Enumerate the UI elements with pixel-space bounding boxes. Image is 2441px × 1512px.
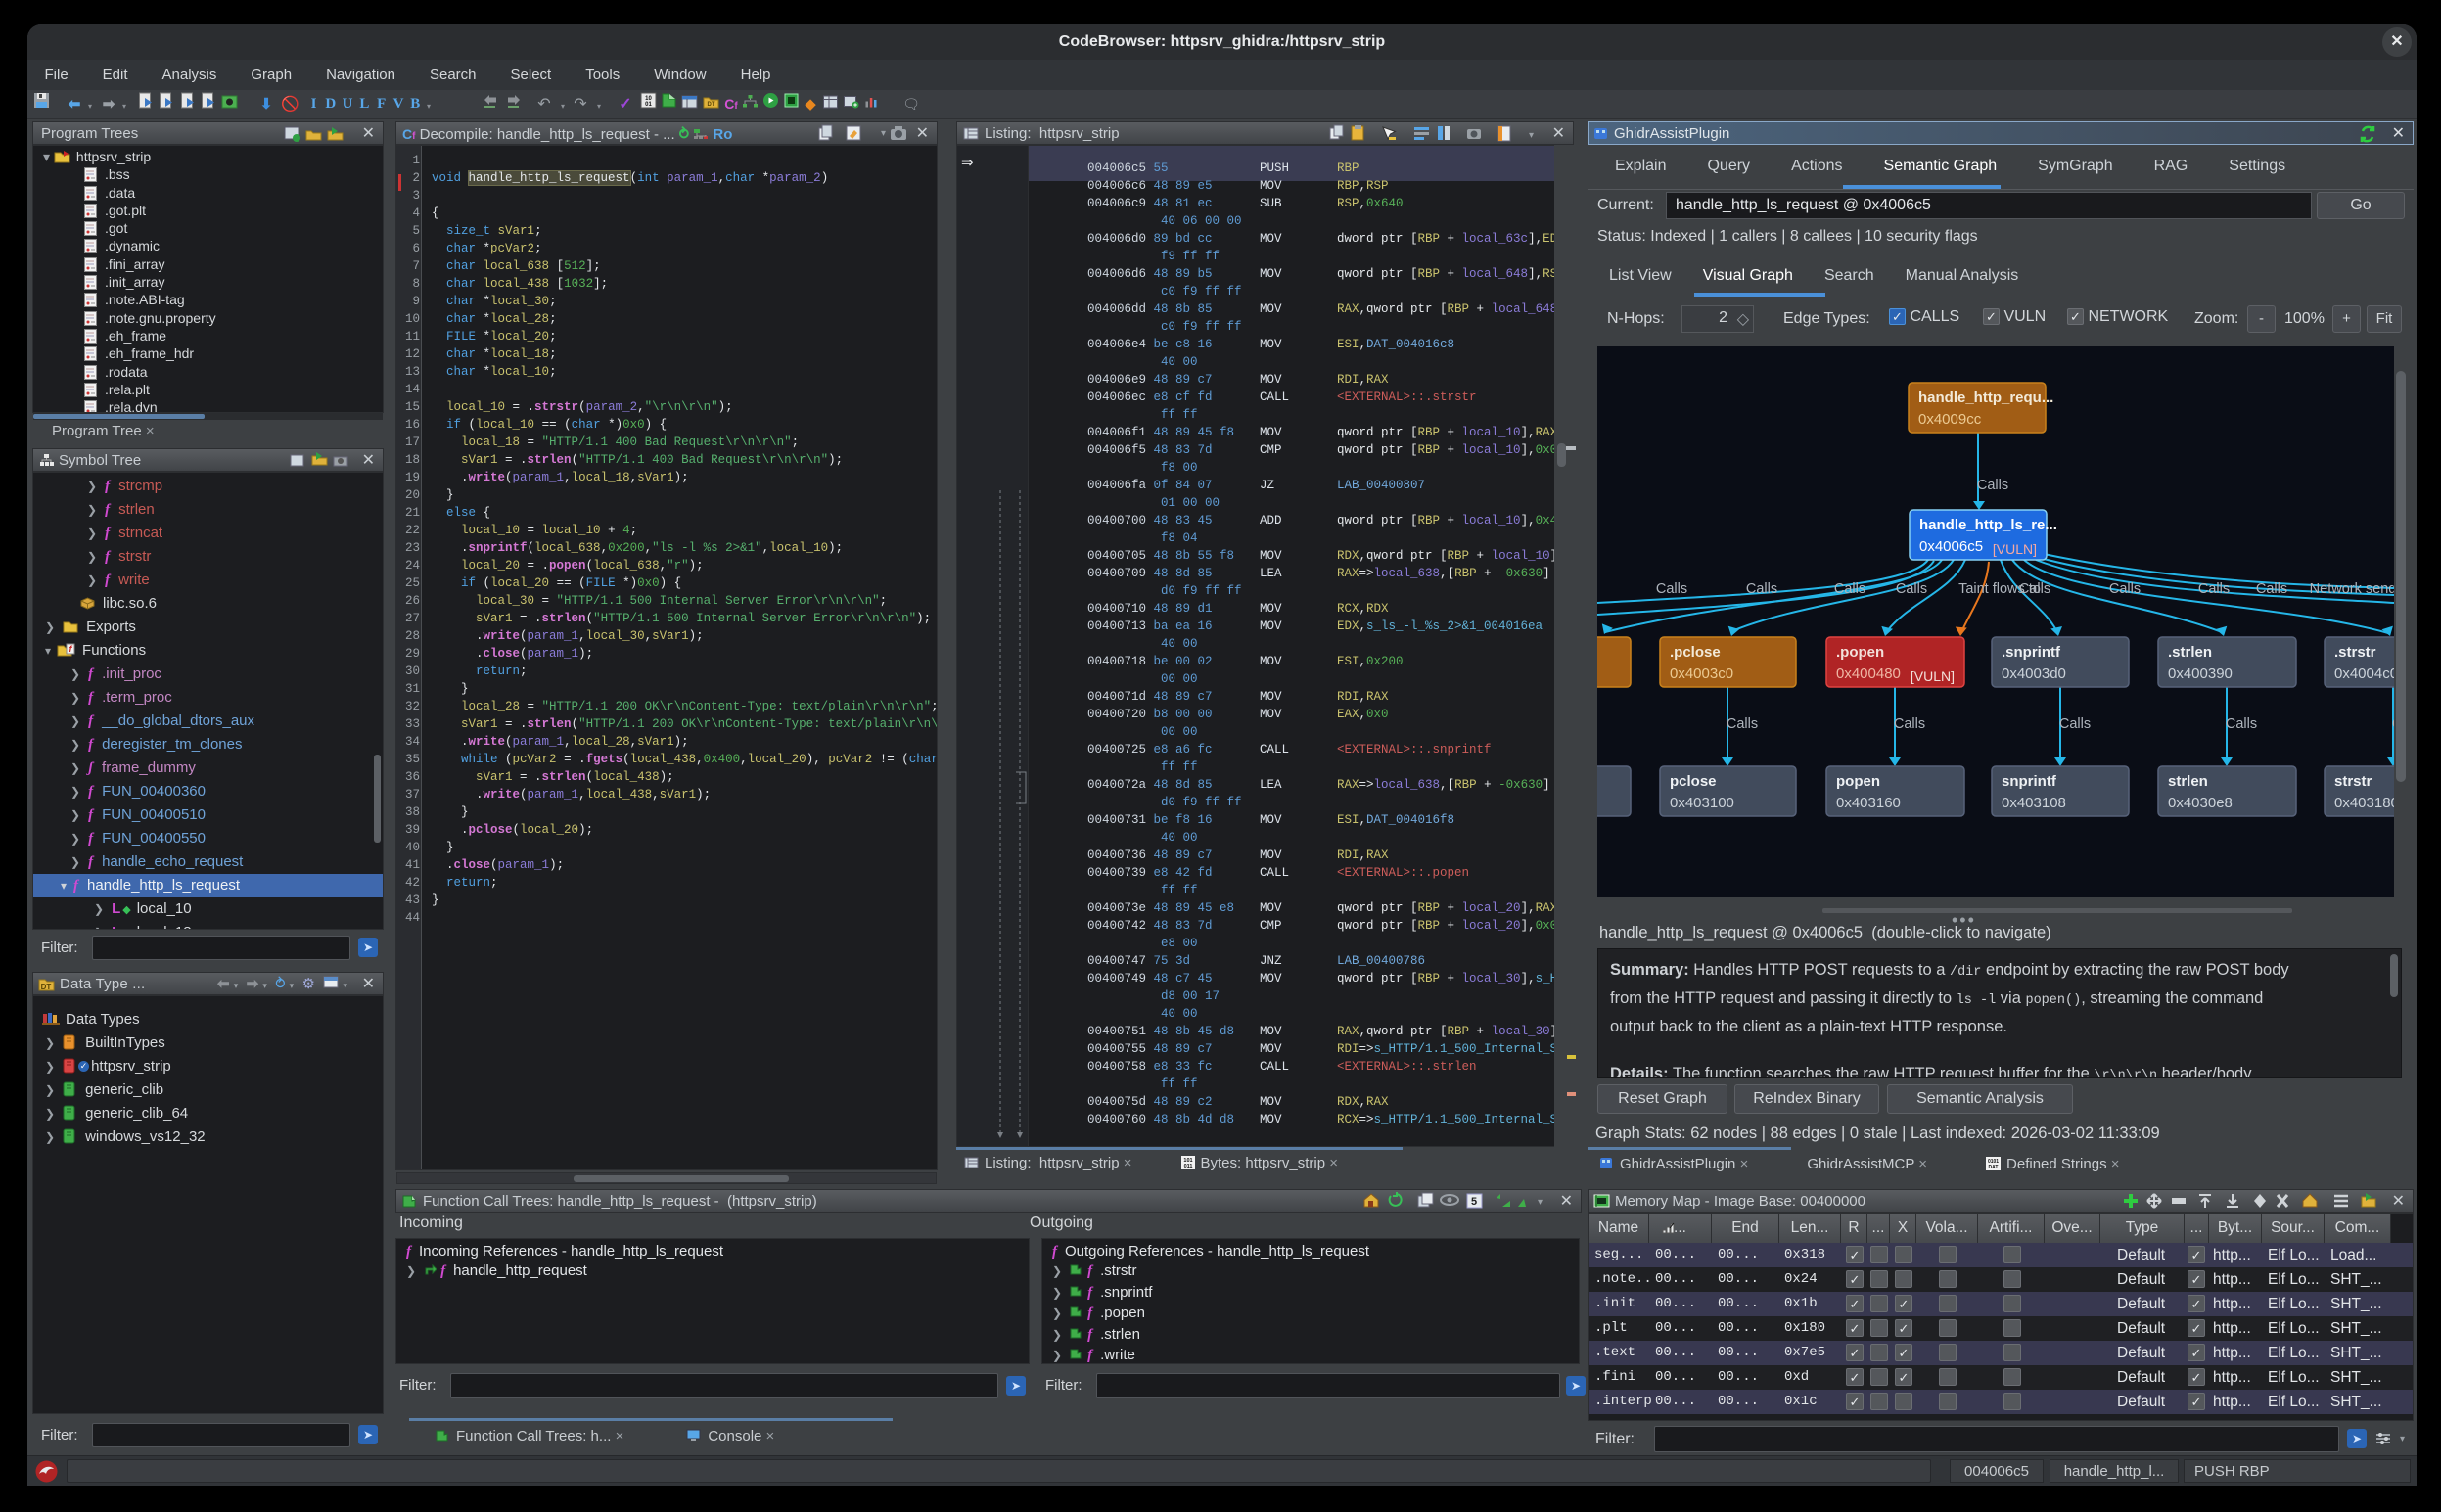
svg-text:Calls: Calls: [2226, 716, 2257, 732]
svg-text:5: 5: [1471, 1196, 1477, 1208]
svg-text:Calls: Calls: [1977, 478, 2008, 493]
svg-text:0x403100: 0x403100: [1670, 795, 1734, 811]
svg-text:snprintf: snprintf: [2002, 773, 2057, 790]
svg-text:handle_http_requ...: handle_http_requ...: [1918, 389, 2053, 406]
svg-text:Calls: Calls: [2019, 581, 2050, 597]
svg-text:Calls: Calls: [1656, 581, 1687, 597]
svg-text:[VULN]: [VULN]: [1993, 541, 2037, 557]
svg-text:0x400480: 0x400480: [1836, 665, 1901, 682]
svg-text:Calls: Calls: [2256, 581, 2287, 597]
svg-text:DAT: DAT: [1989, 1165, 1999, 1170]
svg-text:0x4003c0: 0x4003c0: [1670, 665, 1733, 682]
svg-text:Calls: Calls: [1894, 716, 1925, 732]
svg-text:0x4004c0: 0x4004c0: [2334, 665, 2394, 682]
svg-text:strlen: strlen: [2168, 773, 2208, 790]
svg-text:0x403180: 0x403180: [2334, 795, 2394, 811]
svg-text:0x4006c5: 0x4006c5: [1919, 538, 1983, 555]
svg-text:Calls: Calls: [2109, 581, 2141, 597]
svg-text:.snprintf: .snprintf: [2002, 644, 2061, 661]
svg-text:handle_http_ls_re...: handle_http_ls_re...: [1919, 517, 2057, 533]
svg-text:.strlen: .strlen: [2168, 644, 2212, 661]
svg-text:Calls: Calls: [1727, 716, 1758, 732]
svg-text:Network send: Network send: [2310, 581, 2394, 597]
svg-text:.pclose: .pclose: [1670, 644, 1721, 661]
svg-text:▾: ▾: [1538, 1197, 1543, 1208]
svg-text:[VULN]: [VULN]: [1911, 668, 1955, 684]
svg-text:Calls: Calls: [2059, 716, 2091, 732]
svg-text:01: 01: [645, 102, 652, 108]
svg-text:0x4009cc: 0x4009cc: [1918, 411, 1982, 428]
svg-text:.strstr: .strstr: [2334, 644, 2376, 661]
svg-text:0x403108: 0x403108: [2002, 795, 2066, 811]
svg-text:.popen: .popen: [1836, 644, 1884, 661]
svg-text:Calls: Calls: [1746, 581, 1777, 597]
svg-text:0x4003d0: 0x4003d0: [2002, 665, 2066, 682]
svg-text:DT: DT: [707, 102, 714, 108]
svg-text:0x400390: 0x400390: [2168, 665, 2233, 682]
svg-text:popen: popen: [1836, 773, 1880, 790]
svg-text:▾: ▾: [1529, 130, 1534, 141]
svg-text:Calls: Calls: [1896, 581, 1927, 597]
svg-text:strstr: strstr: [2334, 773, 2372, 790]
svg-text:pclose: pclose: [1670, 773, 1717, 790]
svg-text:0x4030e8: 0x4030e8: [2168, 795, 2233, 811]
svg-text:Calls: Calls: [2198, 581, 2230, 597]
svg-text:Calls: Calls: [1834, 581, 1865, 597]
svg-text:DT: DT: [41, 983, 52, 991]
svg-text:011: 011: [1183, 1164, 1192, 1169]
svg-text:0x403160: 0x403160: [1836, 795, 1901, 811]
